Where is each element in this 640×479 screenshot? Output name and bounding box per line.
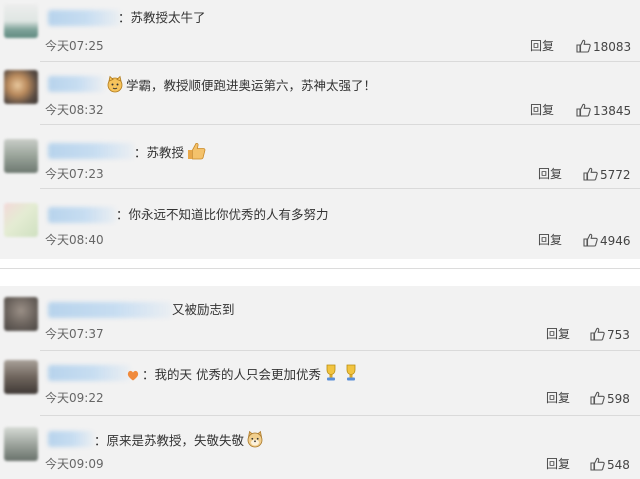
like-button[interactable]: 548: [590, 457, 630, 473]
avatar[interactable]: [4, 4, 38, 38]
reply-button[interactable]: 回复: [546, 326, 570, 342]
avatar[interactable]: [4, 70, 38, 104]
reply-button[interactable]: 回复: [538, 232, 562, 248]
comment-text-row: ：原来是苏教授，失敬失敬: [94, 430, 266, 450]
trophy-emoji-icon: [326, 364, 336, 381]
comment-time: 今天08:32: [45, 103, 104, 117]
like-count: 598: [607, 392, 630, 406]
section-gap: [0, 259, 640, 286]
username-blurred[interactable]: [48, 207, 116, 223]
thumbs-up-icon: [590, 391, 605, 405]
like-button[interactable]: 753: [590, 327, 630, 343]
cat-face-emoji-icon: [107, 75, 123, 93]
comment-text: ：苏教授: [134, 145, 185, 160]
avatar[interactable]: [4, 139, 38, 173]
username-blurred[interactable]: [48, 76, 104, 92]
thumbs-up-icon: [576, 103, 591, 117]
reply-button[interactable]: 回复: [546, 390, 570, 406]
username-blurred[interactable]: [48, 302, 172, 318]
comment-time: 今天07:37: [45, 327, 104, 341]
comment-item: 学霸，教授顺便跑进奥运第六，苏神太强了！ 今天08:32 回复 13845: [0, 62, 640, 125]
comment-time: 今天08:40: [45, 233, 104, 247]
like-button[interactable]: 4946: [583, 233, 631, 249]
comment-time: 今天07:25: [45, 39, 104, 53]
comment-item: ：苏教授太牛了 今天07:25 回复 18083: [0, 0, 640, 62]
comment-item: ：苏教授 今天07:23 回复 5772: [0, 125, 640, 189]
trophy-emoji-icon: [346, 364, 356, 381]
username-blurred[interactable]: [48, 431, 94, 447]
like-count: 13845: [593, 104, 632, 118]
reply-button[interactable]: 回复: [530, 102, 554, 118]
avatar[interactable]: [4, 427, 38, 461]
comment-text-row: ：我的天 优秀的人只会更加优秀: [124, 364, 361, 384]
heart-emoji-icon: [127, 370, 139, 381]
like-button[interactable]: 5772: [583, 167, 631, 183]
like-button[interactable]: 18083: [576, 39, 631, 55]
comment-time: 今天09:09: [45, 457, 104, 471]
thumbs-up-icon: [576, 39, 591, 53]
username-blurred[interactable]: [48, 10, 120, 26]
comment-text: ：你永远不知道比你优秀的人有多努力: [116, 207, 329, 222]
comment-time: 今天09:22: [45, 391, 104, 405]
reply-button[interactable]: 回复: [538, 166, 562, 182]
comment-text: ：原来是苏教授，失敬失敬: [94, 433, 245, 448]
comment-item: ：我的天 优秀的人只会更加优秀 今天09:22 回复 598: [0, 351, 640, 416]
comment-item: 又被励志到 今天07:37 回复 753: [0, 286, 640, 351]
like-count: 4946: [600, 234, 631, 248]
thumbs-up-icon: [590, 327, 605, 341]
username-blurred[interactable]: [48, 365, 130, 381]
divider: [0, 268, 640, 269]
like-count: 753: [607, 328, 630, 342]
comment-list-bottom: 又被励志到 今天07:37 回复 753 ：我的天 优秀的人只会更加优秀 今天0…: [0, 286, 640, 479]
avatar[interactable]: [4, 360, 38, 394]
like-button[interactable]: 598: [590, 391, 630, 407]
comment-item: ：你永远不知道比你优秀的人有多努力 今天08:40 回复 4946: [0, 189, 640, 259]
reply-button[interactable]: 回复: [530, 38, 554, 54]
username-blurred[interactable]: [48, 143, 134, 159]
thumbs-up-icon: [590, 457, 605, 471]
comment-time: 今天07:23: [45, 167, 104, 181]
avatar[interactable]: [4, 203, 38, 237]
thumbs-up-icon: [583, 167, 598, 181]
like-button[interactable]: 13845: [576, 103, 631, 119]
thumbs-up-icon: [583, 233, 598, 247]
reply-button[interactable]: 回复: [546, 456, 570, 472]
comment-item: ：原来是苏教授，失敬失敬 今天09:09 回复 548: [0, 416, 640, 479]
comment-text: ：我的天 优秀的人只会更加优秀: [142, 367, 321, 382]
comment-text-row: 学霸，教授顺便跑进奥运第六，苏神太强了！: [104, 75, 376, 95]
comment-text: 学霸，教授顺便跑进奥运第六，苏神太强了！: [126, 78, 377, 93]
comment-text: 又被励志到: [172, 302, 235, 317]
comment-text: ：苏教授太牛了: [118, 10, 206, 25]
like-count: 18083: [593, 40, 632, 54]
thumbs-up-emoji-icon: [188, 142, 206, 160]
comment-list-top: ：苏教授太牛了 今天07:25 回复 18083 学霸，教授顺便跑进奥运第六，苏…: [0, 0, 640, 259]
like-count: 548: [607, 458, 630, 472]
like-count: 5772: [600, 168, 631, 182]
avatar[interactable]: [4, 297, 38, 331]
doge-emoji-icon: [247, 430, 263, 448]
comment-text-row: ：苏教授: [134, 142, 208, 162]
